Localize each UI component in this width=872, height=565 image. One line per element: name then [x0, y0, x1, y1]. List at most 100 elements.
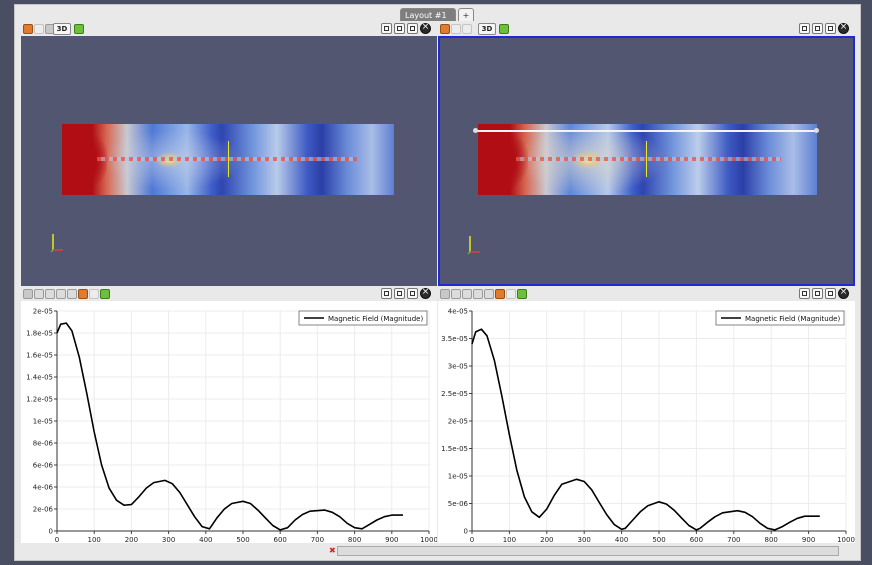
x-tick-label: 0	[470, 536, 474, 543]
add-layout-tab[interactable]: +	[458, 8, 474, 21]
view-toolbar: 3D	[438, 22, 855, 36]
capture-view-icon[interactable]	[499, 24, 509, 34]
zoom-to-data-icon[interactable]	[451, 24, 461, 34]
line-chart-right: 0 5e-06 1e-05 1.5e-05 2e-05 2.5e-05 3e-05 3.5e-…	[441, 308, 855, 544]
split-vertical-button[interactable]	[394, 23, 405, 34]
orientation-axes-icon[interactable]	[462, 24, 472, 34]
x-tick-label: 100	[503, 536, 516, 543]
probe-line	[646, 141, 647, 177]
select-icon[interactable]	[89, 289, 99, 299]
y-tick-label: 1e-05	[33, 418, 53, 426]
y-tick-label: 1.4e-05	[26, 374, 53, 382]
split-horizontal-button[interactable]	[381, 288, 392, 299]
zoom-to-data-icon[interactable]	[34, 24, 44, 34]
chart-toolbar	[438, 287, 855, 301]
x-tick-label: 900	[385, 536, 398, 543]
series-line	[56, 322, 403, 531]
right-render-view[interactable]	[438, 36, 855, 286]
close-view-button[interactable]	[420, 22, 431, 34]
x-tick-label: 200	[540, 536, 553, 543]
y-tick-label: 6e-06	[33, 462, 54, 470]
field-slice	[478, 124, 817, 195]
split-horizontal-button[interactable]	[381, 23, 392, 34]
zoom-box-icon[interactable]	[67, 289, 77, 299]
zoom-box-icon[interactable]	[484, 289, 494, 299]
maximize-button[interactable]	[407, 23, 418, 34]
y-tick-label: 1.6e-05	[26, 352, 53, 360]
capture-chart-icon[interactable]	[517, 289, 527, 299]
legend-label: Magnetic Field (Magnitude)	[328, 315, 423, 323]
x-tick-label: 300	[578, 536, 591, 543]
line-endpoint-handle[interactable]	[473, 128, 478, 133]
x-tick-label: 700	[311, 536, 324, 543]
y-tick-label: 2.5e-05	[441, 390, 468, 398]
line-chart-left: 0 2e-06 4e-06 6e-06 8e-06 1e-05 1.2e-05 1.4e-05…	[26, 308, 437, 544]
y-tick-label: 4e-06	[33, 484, 54, 492]
split-vertical-button[interactable]	[812, 23, 823, 34]
error-icon[interactable]: ✖	[329, 547, 336, 555]
line-chart-view[interactable]: 0 5e-06 1e-05 1.5e-05 2e-05 2.5e-05 3e-05 3.5e-…	[438, 301, 855, 543]
left-render-view[interactable]	[21, 36, 437, 286]
layout-frame: Layout #1 × + 3D	[14, 4, 861, 561]
series-line	[471, 328, 820, 531]
maximize-button[interactable]	[825, 288, 836, 299]
y-tick-label: 0	[464, 528, 468, 536]
x-tick-label: 800	[765, 536, 778, 543]
chart-settings-icon[interactable]	[440, 289, 450, 299]
zoom-x-icon[interactable]	[462, 289, 472, 299]
pan-icon[interactable]	[495, 289, 505, 299]
reset-camera-icon[interactable]	[23, 24, 33, 34]
y-tick-label: 1.8e-05	[26, 330, 53, 338]
close-view-button[interactable]	[420, 287, 431, 299]
x-tick-label: 400	[199, 536, 212, 543]
chart-settings-icon[interactable]	[23, 289, 33, 299]
x-tick-label: 200	[125, 536, 138, 543]
tab-layout-1[interactable]: Layout #1 ×	[400, 8, 456, 33]
orientation-axes-icon	[467, 236, 480, 255]
split-horizontal-button[interactable]	[799, 288, 810, 299]
close-view-button[interactable]	[838, 22, 849, 34]
x-tick-label: 600	[274, 536, 287, 543]
line-endpoint-handle[interactable]	[814, 128, 819, 133]
probe-line	[228, 141, 229, 177]
progress-bar: ✖	[329, 546, 839, 556]
zoom-y-icon[interactable]	[56, 289, 66, 299]
x-tick-label: 400	[615, 536, 628, 543]
y-tick-label: 2e-05	[33, 308, 53, 316]
reset-axes-icon[interactable]	[34, 289, 44, 299]
y-tick-label: 1e-05	[448, 473, 468, 481]
split-vertical-button[interactable]	[394, 288, 405, 299]
plot-over-line-widget[interactable]	[476, 130, 816, 132]
maximize-button[interactable]	[825, 23, 836, 34]
pan-icon[interactable]	[78, 289, 88, 299]
view-mode-3d-button[interactable]: 3D	[53, 23, 71, 35]
x-tick-label: 900	[802, 536, 815, 543]
maximize-button[interactable]	[407, 288, 418, 299]
x-tick-label: 300	[162, 536, 175, 543]
select-icon[interactable]	[506, 289, 516, 299]
x-tick-label: 500	[652, 536, 665, 543]
y-tick-label: 1.2e-05	[26, 396, 53, 404]
zoom-x-icon[interactable]	[45, 289, 55, 299]
zoom-y-icon[interactable]	[473, 289, 483, 299]
y-tick-label: 8e-06	[33, 440, 54, 448]
y-tick-label: 4e-05	[448, 308, 468, 316]
capture-chart-icon[interactable]	[100, 289, 110, 299]
x-tick-label: 100	[88, 536, 101, 543]
line-chart-panel-right: 0 5e-06 1e-05 1.5e-05 2e-05 2.5e-05 3e-05 3.5e-…	[438, 287, 855, 543]
render-view-panel-left: 3D	[21, 22, 437, 286]
reset-camera-icon[interactable]	[440, 24, 450, 34]
legend-label: Magnetic Field (Magnitude)	[745, 315, 840, 323]
line-chart-view[interactable]: 0 2e-06 4e-06 6e-06 8e-06 1e-05 1.2e-05 1.4e-05…	[21, 301, 437, 543]
capture-view-icon[interactable]	[74, 24, 84, 34]
tab-layout-1-label: Layout #1	[405, 11, 447, 20]
x-tick-label: 0	[55, 536, 59, 543]
split-vertical-button[interactable]	[812, 288, 823, 299]
split-horizontal-button[interactable]	[799, 23, 810, 34]
close-view-button[interactable]	[838, 287, 849, 299]
view-mode-3d-button[interactable]: 3D	[478, 23, 496, 35]
y-tick-label: 5e-06	[448, 500, 469, 508]
y-tick-label: 2e-06	[33, 506, 54, 514]
reset-axes-icon[interactable]	[451, 289, 461, 299]
line-chart-panel-left: 0 2e-06 4e-06 6e-06 8e-06 1e-05 1.2e-05 1.4e-05…	[21, 287, 437, 543]
